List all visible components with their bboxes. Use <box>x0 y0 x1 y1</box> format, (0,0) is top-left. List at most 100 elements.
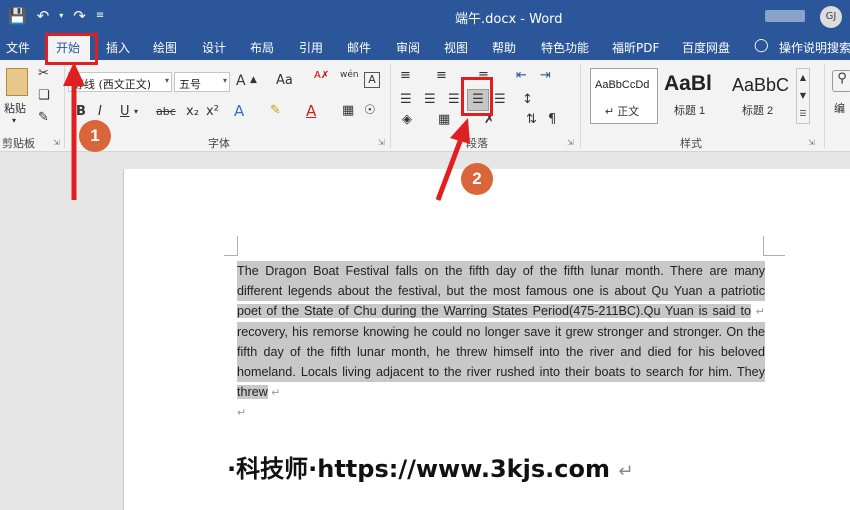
styles-group-label: 样式 <box>680 137 702 150</box>
chevron-down-icon: ▾ <box>222 76 227 85</box>
style-name: 标题 2 <box>742 105 774 117</box>
tab-draw[interactable]: 绘图 <box>153 39 177 56</box>
font-color-icon[interactable]: A <box>306 102 316 120</box>
tab-file[interactable]: 文件 <box>6 39 30 56</box>
italic-icon[interactable]: I <box>98 104 102 119</box>
step-badge-2: 2 <box>461 163 493 195</box>
paragraph-launcher-icon[interactable]: ⇲ <box>567 138 574 147</box>
decrease-indent-icon[interactable]: ⇤ <box>516 68 527 83</box>
tab-view[interactable]: 视图 <box>444 39 468 56</box>
tab-mailings[interactable]: 邮件 <box>347 39 371 56</box>
character-border-icon[interactable]: A <box>364 72 380 88</box>
margin-corner <box>224 236 238 256</box>
copy-icon[interactable]: ❏ <box>38 88 50 103</box>
style-name: ↵ 正文 <box>605 106 640 118</box>
customize-qat-icon[interactable]: ≡ <box>96 7 104 25</box>
document-title: 端午.docx - Word <box>455 12 563 27</box>
shrink-font-icon[interactable]: ▲ <box>250 75 257 85</box>
document-body[interactable]: The Dragon Boat Festival falls on the fi… <box>237 261 765 423</box>
font-size-value: 五号 <box>179 78 201 91</box>
paragraph-mark: ↵ <box>237 407 247 419</box>
tab-review[interactable]: 审阅 <box>396 39 420 56</box>
tab-design[interactable]: 设计 <box>202 39 226 56</box>
font-group-label: 字体 <box>208 137 230 150</box>
style-heading-1[interactable]: AaBl 标题 1 <box>660 68 728 124</box>
align-center-icon[interactable]: ☰ <box>424 92 436 107</box>
paragraph-mark: ↵ <box>755 306 765 318</box>
cut-icon[interactable]: ✂ <box>38 66 49 81</box>
styles-launcher-icon[interactable]: ⇲ <box>808 138 815 147</box>
paste-button[interactable]: 粘贴 <box>4 100 26 116</box>
chevron-down-icon: ▾ <box>164 76 169 85</box>
watermark-label: ·科技师·https://www.3kjs.com <box>227 455 610 483</box>
underline-icon[interactable]: U <box>120 104 130 119</box>
find-icon[interactable]: ⚲ <box>832 70 850 92</box>
title-bar: 💾 ↶ ▾ ↷ ≡ 端午.docx - Word GJ <box>0 0 850 34</box>
line-spacing-icon[interactable]: ↕ <box>522 92 533 107</box>
quick-access-toolbar: 💾 ↶ ▾ ↷ ≡ <box>8 7 104 25</box>
strikethrough-icon[interactable]: abc <box>156 105 176 118</box>
text-line: threw <box>237 385 268 399</box>
tab-foxit-pdf[interactable]: 福昕PDF <box>612 39 659 56</box>
style-name: 标题 1 <box>674 105 706 117</box>
style-sample: AaBbC <box>732 75 790 95</box>
style-heading-2[interactable]: AaBbC 标题 2 <box>728 68 796 124</box>
tab-references[interactable]: 引用 <box>299 39 323 56</box>
tab-features[interactable]: 特色功能 <box>541 39 589 56</box>
sort-icon[interactable]: ⇅ <box>526 112 537 127</box>
clear-formatting-icon[interactable]: A✗ <box>314 70 329 81</box>
grow-font-icon[interactable]: A <box>236 73 246 89</box>
bullets-icon[interactable]: ≡ <box>400 68 411 83</box>
paste-icon[interactable] <box>6 68 28 96</box>
change-case-icon[interactable]: Aa <box>276 73 293 88</box>
save-icon[interactable]: 💾 <box>8 7 27 25</box>
font-size-combo[interactable]: 五号 ▾ <box>174 72 230 92</box>
avatar[interactable]: GJ <box>820 6 842 28</box>
underline-dropdown-icon[interactable]: ▾ <box>134 107 138 116</box>
text-line: The Dragon Boat Festival falls on the fi… <box>237 261 765 281</box>
text-line: recovery, his remorse knowing he could n… <box>237 322 765 342</box>
subscript-icon[interactable]: x₂ <box>186 104 199 119</box>
tab-layout[interactable]: 布局 <box>250 39 274 56</box>
divider <box>580 64 581 148</box>
text-effects-icon[interactable]: A <box>234 102 244 120</box>
divider <box>390 64 391 148</box>
tell-me-search[interactable]: 操作说明搜索 <box>779 39 850 56</box>
account-name <box>765 10 805 22</box>
align-left-icon[interactable]: ☰ <box>400 92 412 107</box>
margin-corner <box>763 236 785 256</box>
editing-button[interactable]: 编 <box>834 100 845 116</box>
distributed-icon[interactable]: ☰ <box>494 92 506 107</box>
numbering-icon[interactable]: ≡ <box>436 68 447 83</box>
ribbon-tabs: 文件 开始 插入 绘图 设计 布局 引用 邮件 审阅 视图 帮助 特色功能 福昕… <box>0 34 850 60</box>
tab-insert[interactable]: 插入 <box>106 39 130 56</box>
tab-help[interactable]: 帮助 <box>492 39 516 56</box>
watermark-text: ·科技师·https://www.3kjs.com ↵ <box>227 449 633 484</box>
paste-dropdown-icon[interactable]: ▾ <box>12 116 16 125</box>
text-line-with-mark: poet of the State of Chu during the Warr… <box>237 301 765 322</box>
show-marks-icon[interactable]: ¶ <box>548 112 556 127</box>
align-right-icon[interactable]: ☰ <box>448 92 460 107</box>
font-launcher-icon[interactable]: ⇲ <box>378 138 385 147</box>
increase-indent-icon[interactable]: ⇥ <box>540 68 551 83</box>
style-sample: AaBl <box>664 72 712 95</box>
format-painter-icon[interactable]: ✎ <box>38 110 49 125</box>
redo-icon[interactable]: ↷ <box>73 7 86 25</box>
character-shading-icon[interactable]: ▦ <box>342 103 354 118</box>
text-line: homeland. Locals living adjacent to the … <box>237 362 765 382</box>
highlight-icon[interactable]: ✎ <box>270 103 281 118</box>
shading-icon[interactable]: ◈ <box>402 112 412 127</box>
enclose-character-icon[interactable]: ☉ <box>364 103 376 118</box>
undo-icon[interactable]: ↶ <box>37 7 50 25</box>
highlight-box-justify <box>461 77 493 116</box>
superscript-icon[interactable]: x² <box>206 104 219 119</box>
phonetic-guide-icon[interactable]: wén <box>340 70 359 80</box>
tab-baidu-netdisk[interactable]: 百度网盘 <box>682 39 730 56</box>
divider <box>824 64 825 148</box>
styles-scroll[interactable]: ▲ ▼ ☰ <box>796 68 810 124</box>
style-sample: AaBbCcDd <box>595 79 650 91</box>
style-normal[interactable]: AaBbCcDd ↵ 正文 <box>590 68 658 124</box>
text-line: different legends about the festival, bu… <box>237 281 765 301</box>
ribbon: 粘贴 ▾ ✂ ❏ ✎ 剪贴板 ⇲ 等线 (西文正文) ▾ 五号 ▾ A ▲ Aa… <box>0 60 850 152</box>
undo-dropdown-icon[interactable]: ▾ <box>59 7 63 25</box>
